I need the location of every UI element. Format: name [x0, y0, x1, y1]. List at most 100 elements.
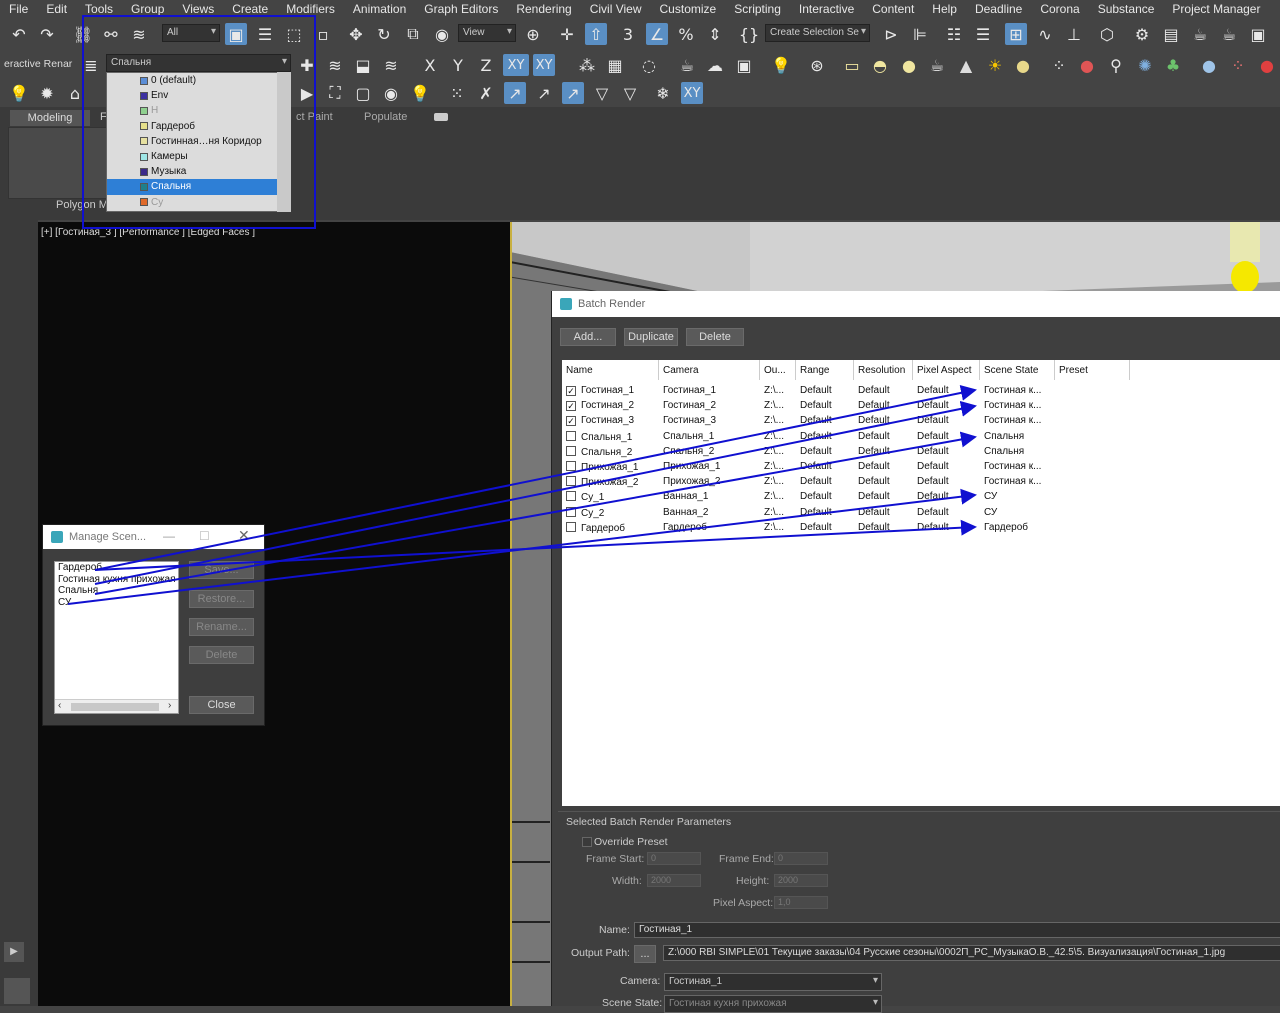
- layer-dropdown-list[interactable]: 0 (default) Env Н Гардероб Гостинная…ня Кори…: [106, 72, 291, 212]
- menu-customize[interactable]: Customize: [651, 2, 726, 16]
- menu-interactive[interactable]: Interactive: [790, 2, 863, 16]
- row-enabled-checkbox[interactable]: [566, 506, 576, 517]
- material-editor-icon[interactable]: ⬡: [1096, 23, 1118, 45]
- snapshot-icon[interactable]: ▦: [604, 54, 626, 76]
- bone-icon[interactable]: ✗: [475, 82, 497, 104]
- menu-graph-editors[interactable]: Graph Editors: [415, 2, 507, 16]
- menu-modifiers[interactable]: Modifiers: [277, 2, 344, 16]
- rename-button[interactable]: Rename...: [189, 618, 254, 636]
- edit-named-selection-icon[interactable]: {}: [738, 23, 760, 45]
- light-bulb-icon[interactable]: 💡: [8, 82, 30, 104]
- scene-state-item[interactable]: Гостиная кухня прихожая: [55, 574, 178, 586]
- curve-editor-icon[interactable]: ∿: [1034, 23, 1056, 45]
- schematic-view-icon[interactable]: ⊥: [1063, 23, 1085, 45]
- plane-icon[interactable]: ▭: [841, 54, 863, 76]
- teapot-icon[interactable]: ☕: [676, 54, 698, 76]
- menu-animation[interactable]: Animation: [344, 2, 415, 16]
- grass-icon[interactable]: ♣: [1162, 54, 1184, 76]
- row-enabled-checkbox[interactable]: ✓: [566, 386, 576, 396]
- ies-light-icon[interactable]: ⌂: [64, 82, 86, 104]
- spinner-snap-icon[interactable]: ⇕: [704, 23, 726, 45]
- menu-civil-view[interactable]: Civil View: [581, 2, 651, 16]
- layer-list-scrollbar[interactable]: [277, 72, 291, 212]
- layer-explorer-icon[interactable]: ☷: [943, 23, 965, 45]
- ribbon-options-icon[interactable]: [434, 113, 448, 121]
- column-header-7[interactable]: Preset: [1055, 360, 1130, 380]
- menu-project-manager[interactable]: Project Manager: [1163, 2, 1269, 16]
- frame-end-spinner[interactable]: 0: [774, 852, 828, 865]
- render-sphere-icon[interactable]: ●: [1256, 54, 1278, 76]
- rectangle-region-icon[interactable]: ⬚: [283, 23, 305, 45]
- list-horizontal-scrollbar[interactable]: ‹ ›: [55, 699, 178, 713]
- menu-help[interactable]: Help: [923, 2, 966, 16]
- tab-object-paint[interactable]: ct Paint: [296, 111, 333, 123]
- pixel-aspect-spinner[interactable]: 1,0: [774, 896, 828, 909]
- rendered-frame-icon[interactable]: ▤: [1160, 23, 1182, 45]
- menu-tools[interactable]: Tools: [76, 2, 122, 16]
- select-manipulate-icon[interactable]: ✛: [556, 23, 578, 45]
- menu-corona[interactable]: Corona: [1031, 2, 1088, 16]
- move-icon[interactable]: ✥: [345, 23, 367, 45]
- axis-xy-cycle-icon[interactable]: XY: [533, 54, 555, 76]
- menu-file[interactable]: File: [0, 2, 37, 16]
- viewport-label[interactable]: [+] [Гостиная_3 ] [Performance ] [Edged …: [41, 227, 255, 238]
- layer-list-item[interactable]: Камеры: [107, 149, 290, 164]
- scene-states-list[interactable]: Гардероб Гостиная кухня прихожая Спальня СУ: [54, 561, 179, 714]
- snap-midpoint-icon[interactable]: ↗: [562, 82, 584, 104]
- scatter-icon[interactable]: ⁘: [1048, 54, 1070, 76]
- add-button[interactable]: Add...: [560, 328, 616, 346]
- reference-coordinate-dropdown[interactable]: View: [458, 24, 516, 42]
- select-by-name-icon[interactable]: ☰: [254, 23, 276, 45]
- hemisphere-icon[interactable]: ◓: [869, 54, 891, 76]
- set-current-layer-icon[interactable]: ≋: [380, 54, 402, 76]
- axis-x-icon[interactable]: X: [419, 54, 441, 76]
- row-enabled-checkbox[interactable]: [566, 521, 576, 532]
- minimize-icon[interactable]: —: [163, 529, 175, 543]
- menu-content[interactable]: Content: [863, 2, 923, 16]
- height-spinner[interactable]: 2000: [774, 874, 828, 887]
- axis-xy-icon[interactable]: XY: [503, 54, 529, 76]
- sun-icon[interactable]: ☀: [984, 54, 1006, 76]
- axis-z-icon[interactable]: Z: [475, 54, 497, 76]
- tab-modeling[interactable]: Modeling: [10, 110, 90, 126]
- select-object-icon[interactable]: ▣: [225, 23, 247, 45]
- place-icon[interactable]: ◉: [431, 23, 453, 45]
- layer-dropdown[interactable]: Спальня: [106, 54, 291, 72]
- scroll-left-icon[interactable]: ‹: [58, 700, 61, 711]
- scene-state-dropdown[interactable]: Гостиная кухня прихожая: [664, 995, 882, 1013]
- render-production-icon[interactable]: ☕: [1189, 23, 1211, 45]
- axis-y-icon[interactable]: Y: [447, 54, 469, 76]
- batch-render-table[interactable]: Name Camera Ou... Range Resolution Pixel Aspe…: [562, 360, 1280, 806]
- material-sphere-icon[interactable]: ●: [1198, 54, 1220, 76]
- create-selection-set-dropdown[interactable]: Create Selection Se: [765, 24, 870, 42]
- grid-icon[interactable]: ⁙: [446, 82, 468, 104]
- render-region-icon[interactable]: ▶: [296, 82, 318, 104]
- column-header-1[interactable]: Camera: [659, 360, 760, 380]
- add-to-layer-icon[interactable]: ≋: [324, 54, 346, 76]
- render-iterative-icon[interactable]: ☕: [1218, 23, 1240, 45]
- scene-state-item[interactable]: Гардероб: [55, 562, 178, 574]
- render-activeshade-icon[interactable]: ▣: [1247, 23, 1269, 45]
- keyboard-shortcut-override-icon[interactable]: ⇧: [585, 23, 607, 45]
- sky-icon[interactable]: ●: [1012, 54, 1034, 76]
- delete-state-button[interactable]: Delete: [189, 646, 254, 664]
- tab-populate[interactable]: Populate: [364, 111, 407, 123]
- selection-filter-dropdown[interactable]: All: [162, 24, 220, 42]
- layer-list-item[interactable]: Гостинная…ня Коридор: [107, 134, 290, 149]
- menu-rendering[interactable]: Rendering: [507, 2, 580, 16]
- eye-icon[interactable]: ◉: [380, 82, 402, 104]
- layers-icon[interactable]: ≣: [80, 54, 102, 76]
- menu-views[interactable]: Views: [173, 2, 223, 16]
- bind-spacewarp-icon[interactable]: ≋: [128, 23, 150, 45]
- layer-list-item[interactable]: Гардероб: [107, 119, 290, 134]
- layer-list-item[interactable]: Музыка: [107, 164, 290, 179]
- scroll-thumb[interactable]: [71, 703, 159, 711]
- frame-icon[interactable]: ▢: [352, 82, 374, 104]
- undo-icon[interactable]: ↶: [8, 23, 30, 45]
- column-header-4[interactable]: Resolution: [854, 360, 913, 380]
- row-enabled-checkbox[interactable]: [566, 445, 576, 456]
- delete-button[interactable]: Delete: [686, 328, 744, 346]
- light-icon[interactable]: 💡: [409, 82, 431, 104]
- snowflake-icon[interactable]: ❄: [652, 82, 674, 104]
- layer-list-item[interactable]: Су: [107, 195, 290, 210]
